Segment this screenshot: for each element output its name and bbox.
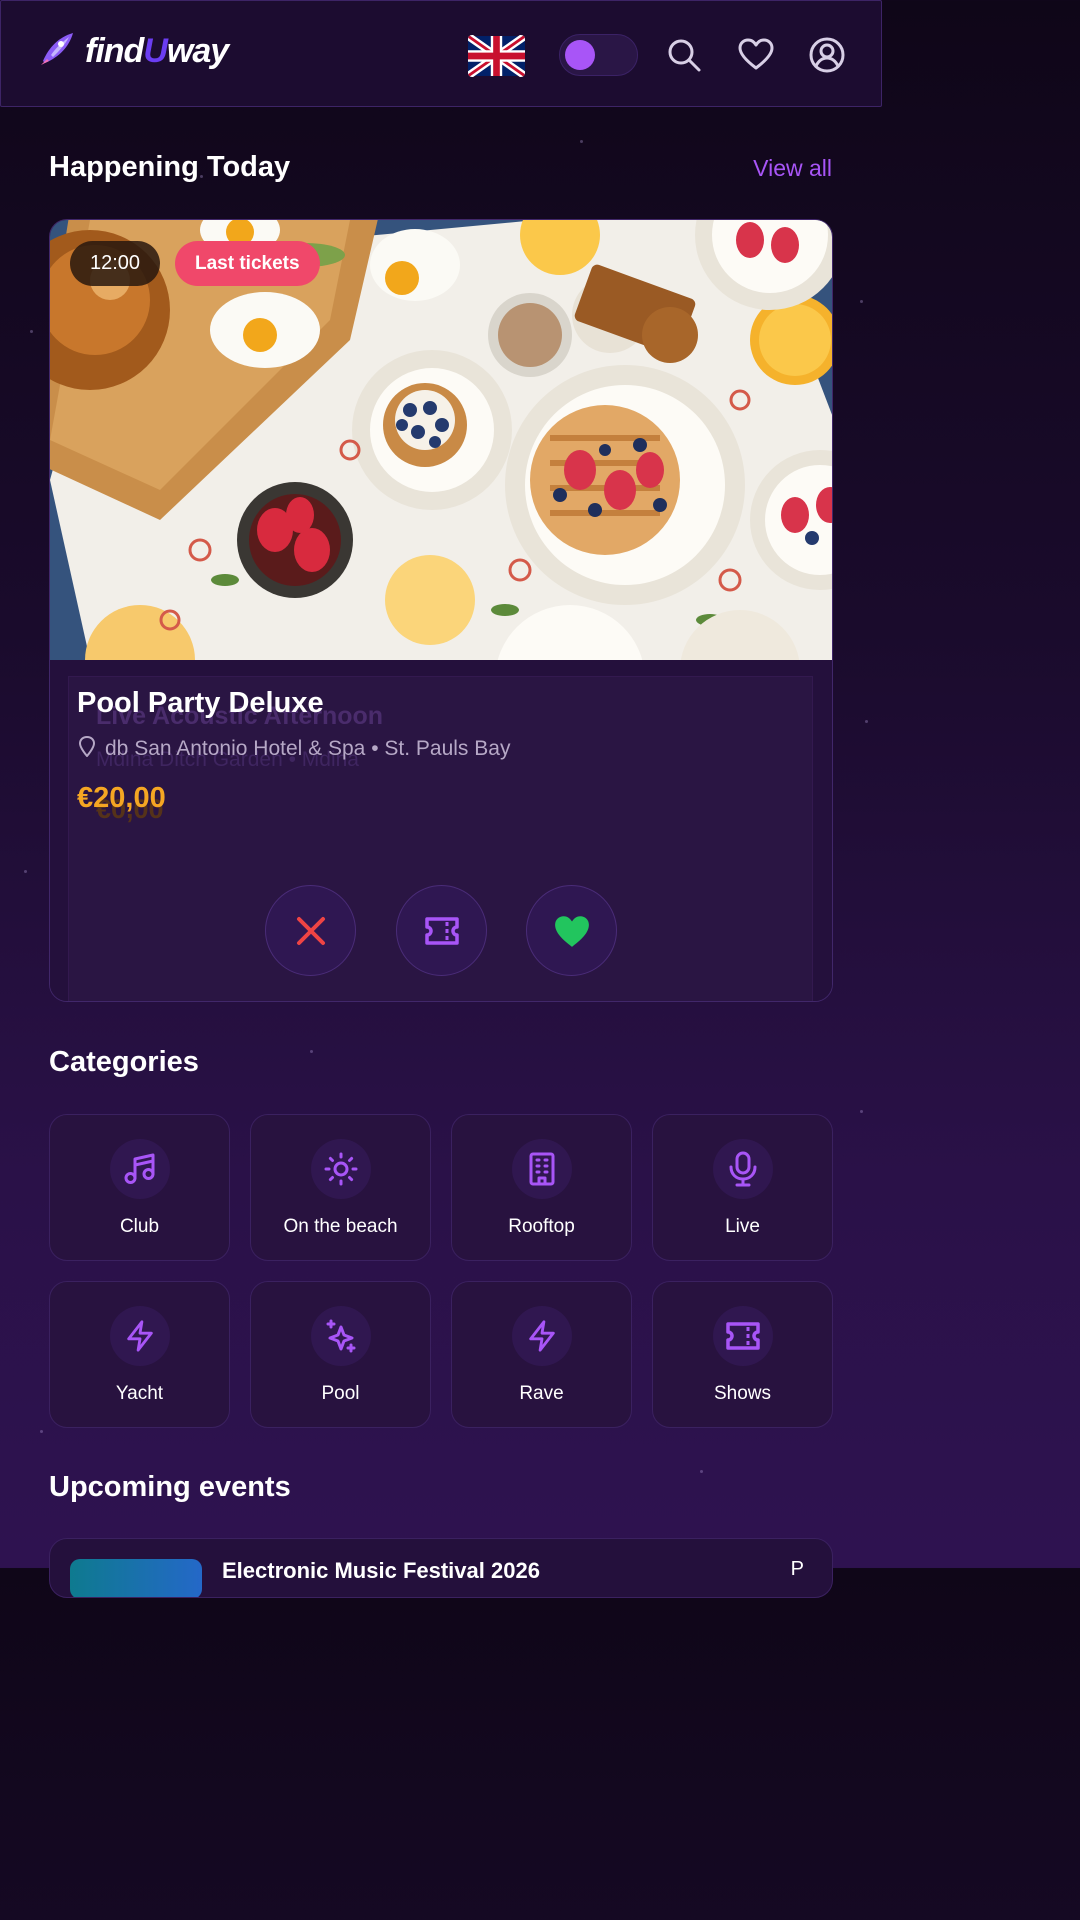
event-image: 12:00 Last tickets xyxy=(50,220,832,660)
last-tickets-badge: Last tickets xyxy=(175,241,320,286)
category-label: Yacht xyxy=(115,1383,164,1404)
category-yacht[interactable]: Yacht xyxy=(49,1281,230,1428)
categories-title: Categories xyxy=(49,1046,199,1078)
upcoming-event-card[interactable]: Electronic Music Festival 2026 P xyxy=(49,1538,833,1598)
building-icon xyxy=(512,1139,572,1199)
category-label: Pool xyxy=(321,1383,360,1404)
category-pool[interactable]: Pool xyxy=(250,1281,431,1428)
heart-filled-icon xyxy=(554,915,589,947)
heart-icon[interactable] xyxy=(738,37,774,73)
upcoming-event-thumbnail xyxy=(70,1559,202,1597)
happening-today-title: Happening Today xyxy=(49,151,291,183)
category-label: Club xyxy=(119,1216,160,1237)
category-live[interactable]: Live xyxy=(652,1114,833,1261)
theme-toggle[interactable] xyxy=(559,34,638,76)
category-on-the-beach[interactable]: On the beach xyxy=(250,1114,431,1261)
logo-wordmark: findUway xyxy=(85,32,229,70)
category-shows[interactable]: Shows xyxy=(652,1281,833,1428)
language-flag-button[interactable] xyxy=(468,35,525,77)
event-price: €20,00 xyxy=(77,782,166,814)
upcoming-events-title: Upcoming events xyxy=(49,1471,291,1503)
toggle-knob xyxy=(565,40,595,70)
category-label: Rooftop xyxy=(508,1216,575,1237)
close-icon xyxy=(296,916,325,945)
dismiss-button[interactable] xyxy=(265,885,356,976)
view-all-link[interactable]: View all xyxy=(753,155,832,182)
user-icon[interactable] xyxy=(809,37,845,73)
lightning-icon xyxy=(512,1306,572,1366)
event-time-badge: 12:00 xyxy=(70,241,161,286)
category-label: Shows xyxy=(713,1383,772,1404)
ticket-icon xyxy=(424,916,459,945)
app-logo[interactable]: findUway xyxy=(39,31,229,72)
event-location: db San Antonio Hotel & Spa • St. Pauls B… xyxy=(77,735,510,763)
rocket-icon xyxy=(39,31,75,72)
search-icon[interactable] xyxy=(666,37,702,73)
music-note-icon xyxy=(110,1139,170,1199)
category-label: Live xyxy=(725,1216,760,1237)
category-label: Rave xyxy=(519,1383,564,1404)
category-club[interactable]: Club xyxy=(49,1114,230,1261)
category-rooftop[interactable]: Rooftop xyxy=(451,1114,632,1261)
category-rave[interactable]: Rave xyxy=(451,1281,632,1428)
lightning-icon xyxy=(110,1306,170,1366)
event-title: Pool Party Deluxe xyxy=(77,687,324,719)
sparkles-icon xyxy=(311,1306,371,1366)
app-header: findUway xyxy=(0,0,882,107)
sun-icon xyxy=(311,1139,371,1199)
location-pin-icon xyxy=(77,735,97,763)
ticket-icon xyxy=(713,1306,773,1366)
like-button[interactable] xyxy=(526,885,617,976)
upcoming-event-title: Electronic Music Festival 2026 xyxy=(222,1558,540,1583)
microphone-icon xyxy=(713,1139,773,1199)
buy-ticket-button[interactable] xyxy=(396,885,487,976)
upcoming-event-meta: P xyxy=(790,1558,804,1580)
category-label: On the beach xyxy=(283,1216,398,1237)
featured-event-card[interactable]: 12:00 Last tickets Live Acoustic Afterno… xyxy=(49,219,833,1002)
event-location-text: db San Antonio Hotel & Spa • St. Pauls B… xyxy=(105,737,511,760)
uk-flag-icon xyxy=(468,35,525,77)
